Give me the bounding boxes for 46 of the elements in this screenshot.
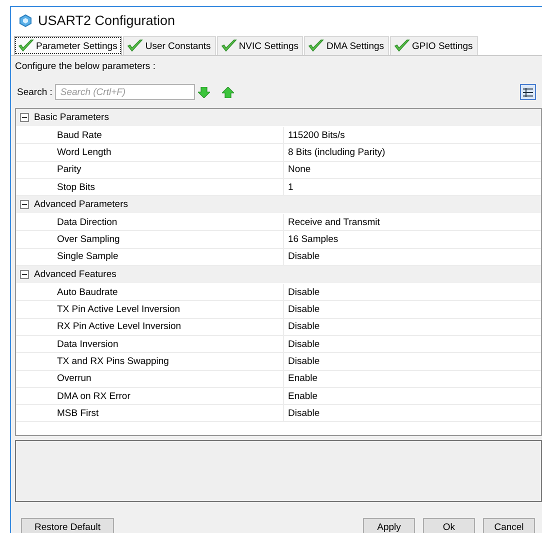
parameter-value[interactable]: Disable — [284, 356, 320, 367]
tab[interactable]: User Constants — [123, 36, 216, 55]
tab[interactable]: GPIO Settings — [390, 36, 478, 55]
parameter-name: Data Direction — [57, 216, 118, 228]
parameter-name: Stop Bits — [57, 182, 96, 193]
parameter-value[interactable]: 115200 Bits/s — [284, 130, 345, 141]
instruction-text: Configure the below parameters : — [14, 60, 156, 74]
search-label: Search : — [17, 86, 52, 98]
parameter-value[interactable]: Receive and Transmit — [284, 216, 380, 228]
search-field[interactable]: Search (Crtl+F) — [55, 84, 196, 100]
group-header: Basic Parameters — [34, 112, 109, 123]
parameter-name: MSB First — [57, 408, 99, 419]
parameter-name: TX Pin Active Level Inversion — [57, 304, 180, 316]
parameter-name: Word Length — [57, 146, 112, 158]
dialog-button[interactable]: Cancel — [483, 518, 535, 533]
parameter-name: Baud Rate — [57, 130, 102, 141]
tab[interactable]: Parameter Settings — [14, 36, 122, 55]
dialog-button[interactable]: Apply — [363, 518, 415, 533]
tab[interactable]: DMA Settings — [304, 36, 390, 55]
parameter-value[interactable]: None — [284, 164, 311, 176]
parameter-name: Parity — [57, 164, 82, 176]
parameter-name: Over Sampling — [57, 234, 120, 246]
parameter-value[interactable]: Enable — [284, 373, 318, 384]
parameter-name: RX Pin Active Level Inversion — [57, 321, 182, 332]
dialog-button[interactable]: Ok — [423, 518, 475, 533]
tab[interactable]: NVIC Settings — [216, 36, 304, 55]
parameter-value[interactable]: Disable — [284, 251, 320, 262]
parameter-value[interactable]: 16 Samples — [284, 234, 338, 246]
parameter-value[interactable]: 8 Bits (including Parity) — [284, 146, 386, 158]
parameter-value[interactable]: Disable — [284, 321, 320, 332]
group-header: Advanced Parameters — [34, 199, 128, 210]
restore-default-button[interactable]: Restore Default — [21, 518, 114, 533]
parameter-value[interactable]: Disable — [284, 408, 320, 419]
window-title: USART2 Configuration — [38, 13, 176, 28]
group-header: Advanced Features — [34, 269, 116, 280]
parameter-name: Auto Baudrate — [57, 286, 118, 298]
parameter-value[interactable]: 1 — [284, 182, 294, 193]
parameter-name: Single Sample — [57, 251, 118, 262]
parameter-value[interactable]: Disable — [284, 286, 320, 298]
parameter-name: Data Inversion — [57, 338, 118, 350]
parameter-name: Overrun — [57, 373, 92, 384]
parameter-name: TX and RX Pins Swapping — [57, 356, 169, 367]
parameter-value[interactable]: Disable — [284, 304, 320, 316]
parameter-value[interactable]: Enable — [284, 390, 318, 402]
parameter-name: DMA on RX Error — [57, 390, 130, 402]
parameter-value[interactable]: Disable — [284, 338, 320, 350]
